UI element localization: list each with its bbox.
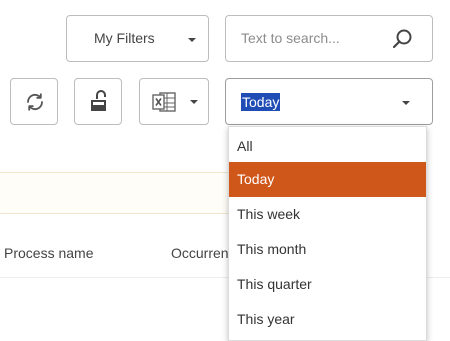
period-option-this-year[interactable]: This year	[229, 302, 426, 337]
period-option-this-month[interactable]: This month	[229, 232, 426, 267]
refresh-icon	[27, 93, 43, 111]
excel-export-button[interactable]	[139, 78, 209, 125]
chevron-down-icon	[190, 100, 198, 104]
period-option-this-week[interactable]: This week	[229, 197, 426, 232]
unlock-icon	[91, 90, 106, 111]
period-selected-value: Today	[241, 93, 281, 111]
period-select[interactable]: Today	[225, 78, 433, 125]
period-dropdown-list: All Today This week This month This quar…	[228, 126, 427, 341]
search-icon[interactable]	[392, 28, 414, 50]
my-filters-label: My Filters	[94, 30, 155, 46]
chevron-down-icon	[188, 38, 196, 42]
period-option-today[interactable]: Today	[229, 162, 426, 197]
period-option-all[interactable]: All	[229, 129, 426, 164]
excel-icon	[152, 92, 176, 112]
filter-panel	[0, 172, 240, 214]
search-placeholder: Text to search...	[241, 30, 340, 46]
refresh-button[interactable]	[10, 78, 58, 125]
search-input[interactable]: Text to search...	[225, 15, 433, 62]
period-option-this-quarter[interactable]: This quarter	[229, 267, 426, 302]
unlock-button[interactable]	[74, 78, 122, 125]
chevron-down-icon	[402, 101, 410, 105]
column-header-process-name[interactable]: Process name	[4, 245, 93, 261]
my-filters-select[interactable]: My Filters	[66, 15, 209, 62]
